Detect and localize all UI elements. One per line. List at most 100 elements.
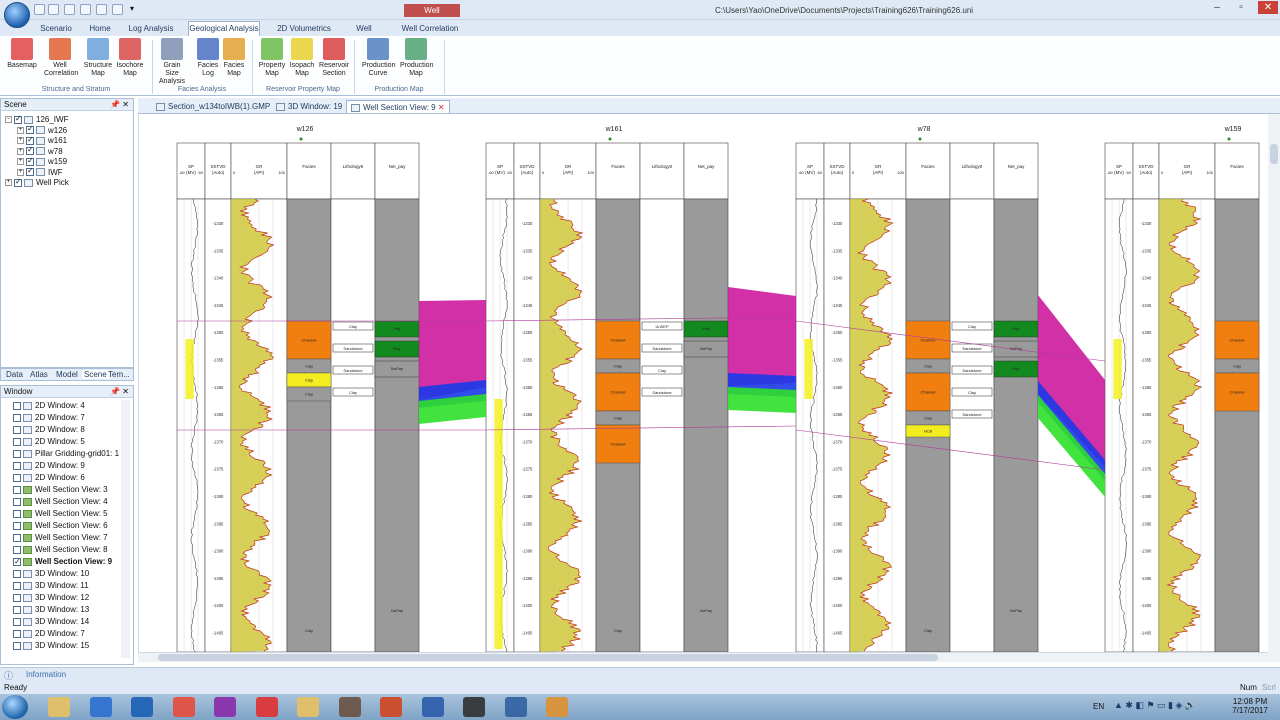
track-header[interactable] xyxy=(683,142,729,200)
window-list-item[interactable]: Well Section View: 4 xyxy=(13,496,133,508)
close-window-button[interactable]: ✕ xyxy=(1258,1,1278,14)
scene-item[interactable]: + w126 xyxy=(5,124,133,137)
track-header-label[interactable]: SP xyxy=(1116,164,1122,169)
track-header-label[interactable]: SSTVD xyxy=(519,164,535,169)
checkbox[interactable] xyxy=(26,124,34,135)
track-header-label[interactable]: GR xyxy=(1184,164,1192,169)
expand-icon[interactable]: − xyxy=(5,116,12,124)
track-body[interactable] xyxy=(639,198,685,652)
window-list-item[interactable]: 3D Window: 13 xyxy=(13,604,133,616)
panel-tab-4[interactable]: Tem... xyxy=(108,370,130,379)
expand-icon[interactable]: + xyxy=(5,179,12,187)
track-body[interactable] xyxy=(204,198,232,652)
tab-well-correlation[interactable]: Well Correlation xyxy=(400,22,460,35)
panel-tab-3[interactable]: Scene xyxy=(82,370,109,379)
checkbox[interactable] xyxy=(13,425,21,434)
track-header-label[interactable]: Facies xyxy=(921,164,935,169)
window-list-item[interactable]: Well Section View: 7 xyxy=(13,532,133,544)
scene-item[interactable]: + Well Pick xyxy=(5,177,133,189)
app-logo-icon[interactable] xyxy=(4,2,30,28)
track-header-label[interactable]: GR xyxy=(256,164,264,169)
customize-quick-access-icon[interactable]: ▾ xyxy=(130,4,134,13)
checkbox[interactable] xyxy=(13,413,21,422)
track-header-label[interactable]: GR xyxy=(565,164,573,169)
word-icon[interactable] xyxy=(421,697,444,717)
track-header-unit[interactable]: (API) xyxy=(873,170,884,175)
checkbox[interactable] xyxy=(13,569,21,578)
horizontal-scrollbar[interactable] xyxy=(138,652,1268,662)
track-header-label[interactable]: SP xyxy=(807,164,813,169)
track-header-unit[interactable]: (MV) xyxy=(805,170,815,175)
open-icon[interactable] xyxy=(80,4,91,15)
window-list-item[interactable]: 3D Window: 14 xyxy=(13,616,133,628)
window-list-item[interactable]: 2D Window: 8 xyxy=(13,424,133,436)
scene-item[interactable]: + w161 xyxy=(5,135,133,147)
track-header-unit[interactable]: (Auto) xyxy=(521,170,534,175)
track-body[interactable] xyxy=(1214,198,1260,652)
tab-home[interactable]: Home xyxy=(88,22,112,35)
track-header[interactable] xyxy=(993,142,1039,200)
track-body[interactable] xyxy=(286,198,332,652)
checkbox[interactable] xyxy=(13,497,21,506)
scene-item[interactable]: + w78 xyxy=(5,145,133,158)
checkbox[interactable] xyxy=(26,166,34,177)
expand-icon[interactable]: + xyxy=(17,168,24,176)
file-explorer-icon[interactable] xyxy=(297,697,319,717)
track-header-label[interactable]: Net_pay xyxy=(1008,164,1026,169)
track-header-unit[interactable]: (API) xyxy=(1182,170,1193,175)
track-header-unit[interactable]: (MV) xyxy=(186,170,196,175)
folder-icon[interactable] xyxy=(48,697,70,717)
window-list-item[interactable]: Pillar Gridding-grid01: 1 xyxy=(13,448,133,460)
system-tray-icons[interactable]: ▲ ✱ ◧ ⚑ ▭ ▮ ◈ 🔊 xyxy=(1114,700,1196,711)
expand-icon[interactable]: + xyxy=(17,126,24,134)
chrome-icon[interactable] xyxy=(172,697,195,717)
save-icon[interactable] xyxy=(64,4,75,15)
track-body[interactable] xyxy=(949,198,995,652)
video-icon[interactable] xyxy=(546,697,568,717)
8x8-icon[interactable] xyxy=(255,697,278,717)
window-list-item[interactable]: 2D Window: 6 xyxy=(13,472,133,484)
track-header-unit[interactable]: (Auto) xyxy=(212,170,225,175)
track-header-label[interactable]: Facies xyxy=(1230,164,1244,169)
track-header-label[interactable]: SSTVD xyxy=(210,164,226,169)
track-header-label[interactable]: SP xyxy=(497,164,503,169)
checkbox[interactable] xyxy=(13,449,21,458)
basemap-button[interactable]: Basemap xyxy=(6,38,38,84)
track-header-unit[interactable]: (Auto) xyxy=(831,170,844,175)
track-header-label[interactable]: Lithology0 xyxy=(962,164,983,169)
app-icon[interactable] xyxy=(504,697,527,717)
track-body[interactable] xyxy=(374,198,420,652)
tab-well-plan[interactable]: Well Plan xyxy=(348,22,380,46)
checkbox[interactable] xyxy=(13,545,21,554)
well-section-svg[interactable]: w126SP(MV)-60 60SSTVD(Auto)-1330-1335-134… xyxy=(139,114,1268,652)
window-list-item[interactable]: 3D Window: 15 xyxy=(13,640,133,652)
track-header-unit[interactable]: (MV) xyxy=(495,170,505,175)
checkbox[interactable] xyxy=(14,114,22,124)
track-header-label[interactable]: Net_pay xyxy=(698,164,716,169)
checkbox[interactable] xyxy=(13,629,21,638)
checkbox[interactable] xyxy=(13,401,21,410)
track-header-label[interactable]: Lithology0 xyxy=(652,164,673,169)
window-list-item[interactable]: Well Section View: 3 xyxy=(13,484,133,496)
window-list-item[interactable]: Well Section View: 9 xyxy=(13,556,133,568)
track-header-label[interactable]: SP xyxy=(188,164,194,169)
track-header-label[interactable]: Facies xyxy=(611,164,625,169)
obs-icon[interactable] xyxy=(463,697,485,717)
window-list-item[interactable]: 3D Window: 12 xyxy=(13,592,133,604)
outlook-icon[interactable] xyxy=(131,697,153,717)
track-header[interactable] xyxy=(286,142,332,200)
structure-map-button[interactable]: Structure Map xyxy=(82,38,114,84)
isopach-map-button[interactable]: Isopach Map xyxy=(286,38,318,84)
tab-2d-volumetrics[interactable]: 2D Volumetrics xyxy=(276,22,332,35)
document-tab-0[interactable]: Section_w134toIWB(1).GMP xyxy=(152,100,274,113)
expand-icon[interactable]: + xyxy=(17,147,24,155)
panel-tab-0[interactable]: Data xyxy=(6,370,23,379)
track-header[interactable] xyxy=(949,142,995,200)
window-list-item[interactable]: Well Section View: 6 xyxy=(13,520,133,532)
window-list-item[interactable]: 2D Window: 4 xyxy=(13,400,133,412)
checkbox[interactable] xyxy=(13,437,21,446)
document-tab-1[interactable]: 3D Window: 19 xyxy=(272,100,346,113)
track-body[interactable] xyxy=(513,198,541,652)
print-icon[interactable] xyxy=(112,4,123,15)
panel-tab-2[interactable]: Model xyxy=(56,370,78,379)
